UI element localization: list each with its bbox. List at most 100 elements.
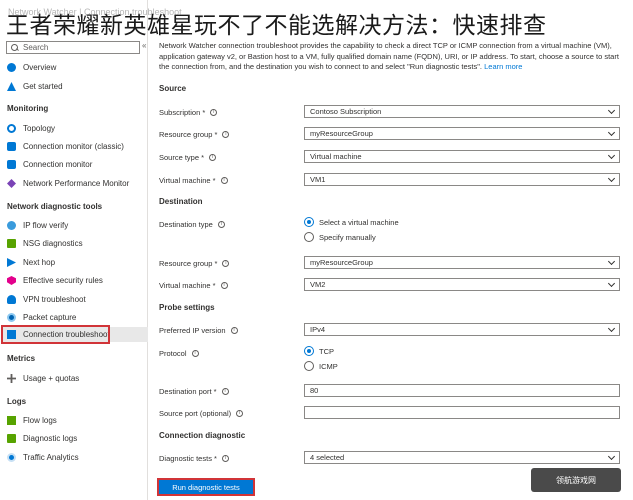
- sidebar-item-flow-logs[interactable]: Flow logs: [3, 413, 148, 428]
- ip-flow-verify-icon: [7, 221, 16, 230]
- sidebar-item-label: Diagnostic logs: [23, 434, 78, 443]
- search-placeholder: Search: [23, 43, 49, 52]
- sidebar-item-connection-monitor-classic[interactable]: Connection monitor (classic): [3, 139, 148, 154]
- diagnostic-tests-dropdown[interactable]: 4 selected: [304, 451, 620, 464]
- connection-monitor-icon: [7, 160, 16, 169]
- source-type-dropdown[interactable]: Virtual machine: [304, 150, 620, 163]
- field-value: IPv4: [310, 325, 326, 334]
- radio-select-vm[interactable]: Select a virtual machine: [304, 217, 399, 227]
- dest-port-input[interactable]: 80: [304, 384, 620, 397]
- nsg-diagnostics-icon: [7, 239, 16, 248]
- source-vm-dropdown[interactable]: VM1: [304, 173, 620, 186]
- run-diagnostic-tests-button[interactable]: Run diagnostic tests: [157, 478, 255, 496]
- sidebar-item-label: Network Performance Monitor: [23, 179, 130, 188]
- sidebar-item-label: Packet capture: [23, 313, 77, 322]
- subscription-label: Subscription * i: [159, 108, 218, 117]
- dest-resource-group-dropdown[interactable]: myResourceGroup: [304, 256, 620, 269]
- label-text: Diagnostic tests *: [159, 454, 217, 463]
- sidebar-item-label: Traffic Analytics: [23, 453, 79, 462]
- sidebar-item-label: NSG diagnostics: [23, 239, 83, 248]
- radio-specify-manually[interactable]: Specify manually: [304, 232, 376, 242]
- watermark: Network Watcher | Connection troubleshoo…: [8, 7, 182, 17]
- label-text: Subscription *: [159, 108, 206, 117]
- search-input[interactable]: Search: [6, 41, 140, 54]
- field-value: Contoso Subscription: [310, 107, 382, 116]
- info-icon[interactable]: i: [222, 260, 230, 267]
- sidebar-item-topology[interactable]: Topology: [3, 121, 148, 136]
- sidebar-item-overview[interactable]: Overview: [3, 60, 148, 75]
- label-text: Protocol: [159, 349, 187, 358]
- field-value: VM1: [310, 175, 326, 184]
- info-icon[interactable]: i: [230, 327, 238, 334]
- label-text: Resource group *: [159, 259, 218, 268]
- label-text: Source type *: [159, 153, 205, 162]
- description-text: Network Watcher connection troubleshoot …: [159, 41, 619, 71]
- diagnostic-tests-label: Diagnostic tests * i: [159, 454, 229, 463]
- sidebar: Search « Overview Get started Monitoring…: [0, 0, 148, 500]
- learn-more-link[interactable]: Learn more: [484, 62, 522, 71]
- sidebar-item-connection-monitor[interactable]: Connection monitor: [3, 157, 148, 172]
- section-source: Source: [159, 84, 187, 93]
- radio-tcp[interactable]: TCP: [304, 346, 334, 356]
- section-metrics: Metrics: [7, 354, 36, 363]
- info-icon[interactable]: i: [222, 131, 230, 138]
- source-vm-label: Virtual machine * i: [159, 176, 228, 185]
- next-hop-icon: [7, 258, 16, 267]
- info-icon[interactable]: i: [209, 154, 217, 161]
- resource-group-dropdown[interactable]: myResourceGroup: [304, 127, 620, 140]
- info-icon[interactable]: i: [191, 350, 199, 357]
- sidebar-item-label: Connection monitor: [23, 160, 93, 169]
- topology-icon: [7, 124, 16, 133]
- radio-empty-icon: [304, 232, 314, 242]
- sidebar-item-diagnostic-logs[interactable]: Diagnostic logs: [3, 431, 148, 446]
- sidebar-item-label: Overview: [23, 63, 57, 72]
- overview-icon: [7, 63, 16, 72]
- sidebar-item-label: Usage + quotas: [23, 374, 80, 383]
- collapse-sidebar-button[interactable]: «: [142, 41, 146, 50]
- sidebar-item-get-started[interactable]: Get started: [3, 79, 148, 94]
- destination-type-label: Destination type i: [159, 220, 225, 229]
- sidebar-item-label: Connection monitor (classic): [23, 142, 124, 151]
- sidebar-item-next-hop[interactable]: Next hop: [3, 255, 148, 270]
- sidebar-item-network-performance-monitor[interactable]: Network Performance Monitor: [3, 176, 148, 191]
- sidebar-item-label: Topology: [23, 124, 56, 133]
- field-value: Virtual machine: [310, 152, 362, 161]
- sidebar-item-label: Effective security rules: [23, 276, 103, 285]
- sidebar-item-packet-capture[interactable]: Packet capture: [3, 310, 148, 325]
- source-port-input[interactable]: [304, 406, 620, 419]
- dest-vm-dropdown[interactable]: VM2: [304, 278, 620, 291]
- radio-label: TCP: [319, 346, 334, 356]
- info-icon[interactable]: i: [210, 109, 218, 116]
- flow-logs-icon: [7, 416, 16, 425]
- radio-label: Select a virtual machine: [319, 217, 399, 227]
- label-text: Virtual machine *: [159, 176, 216, 185]
- section-logs: Logs: [7, 397, 27, 406]
- selection-highlight: [1, 325, 110, 344]
- ip-version-dropdown[interactable]: IPv4: [304, 323, 620, 336]
- info-icon[interactable]: i: [236, 410, 244, 417]
- info-icon[interactable]: i: [217, 221, 225, 228]
- radio-label: Specify manually: [319, 232, 376, 242]
- radio-selected-icon: [304, 346, 314, 356]
- sidebar-item-label: VPN troubleshoot: [23, 295, 86, 304]
- label-text: Destination type: [159, 220, 213, 229]
- sidebar-item-label: Flow logs: [23, 416, 57, 425]
- subscription-dropdown[interactable]: Contoso Subscription: [304, 105, 620, 118]
- site-stamp: 领航游戏网: [531, 468, 621, 492]
- vpn-troubleshoot-icon: [7, 295, 16, 304]
- sidebar-item-vpn-troubleshoot[interactable]: VPN troubleshoot: [3, 292, 148, 307]
- sidebar-item-traffic-analytics[interactable]: Traffic Analytics: [3, 450, 148, 465]
- info-icon[interactable]: i: [221, 388, 229, 395]
- sidebar-item-usage-quotas[interactable]: Usage + quotas: [3, 371, 148, 386]
- info-icon[interactable]: i: [220, 177, 228, 184]
- radio-icmp[interactable]: ICMP: [304, 361, 338, 371]
- sidebar-item-nsg-diagnostics[interactable]: NSG diagnostics: [3, 236, 148, 251]
- radio-empty-icon: [304, 361, 314, 371]
- section-destination: Destination: [159, 197, 203, 206]
- info-icon[interactable]: i: [221, 455, 229, 462]
- ip-version-label: Preferred IP version i: [159, 326, 238, 335]
- info-icon[interactable]: i: [220, 282, 228, 289]
- sidebar-item-ip-flow-verify[interactable]: IP flow verify: [3, 218, 148, 233]
- sidebar-item-effective-security-rules[interactable]: Effective security rules: [3, 273, 148, 288]
- traffic-analytics-icon: [7, 453, 16, 462]
